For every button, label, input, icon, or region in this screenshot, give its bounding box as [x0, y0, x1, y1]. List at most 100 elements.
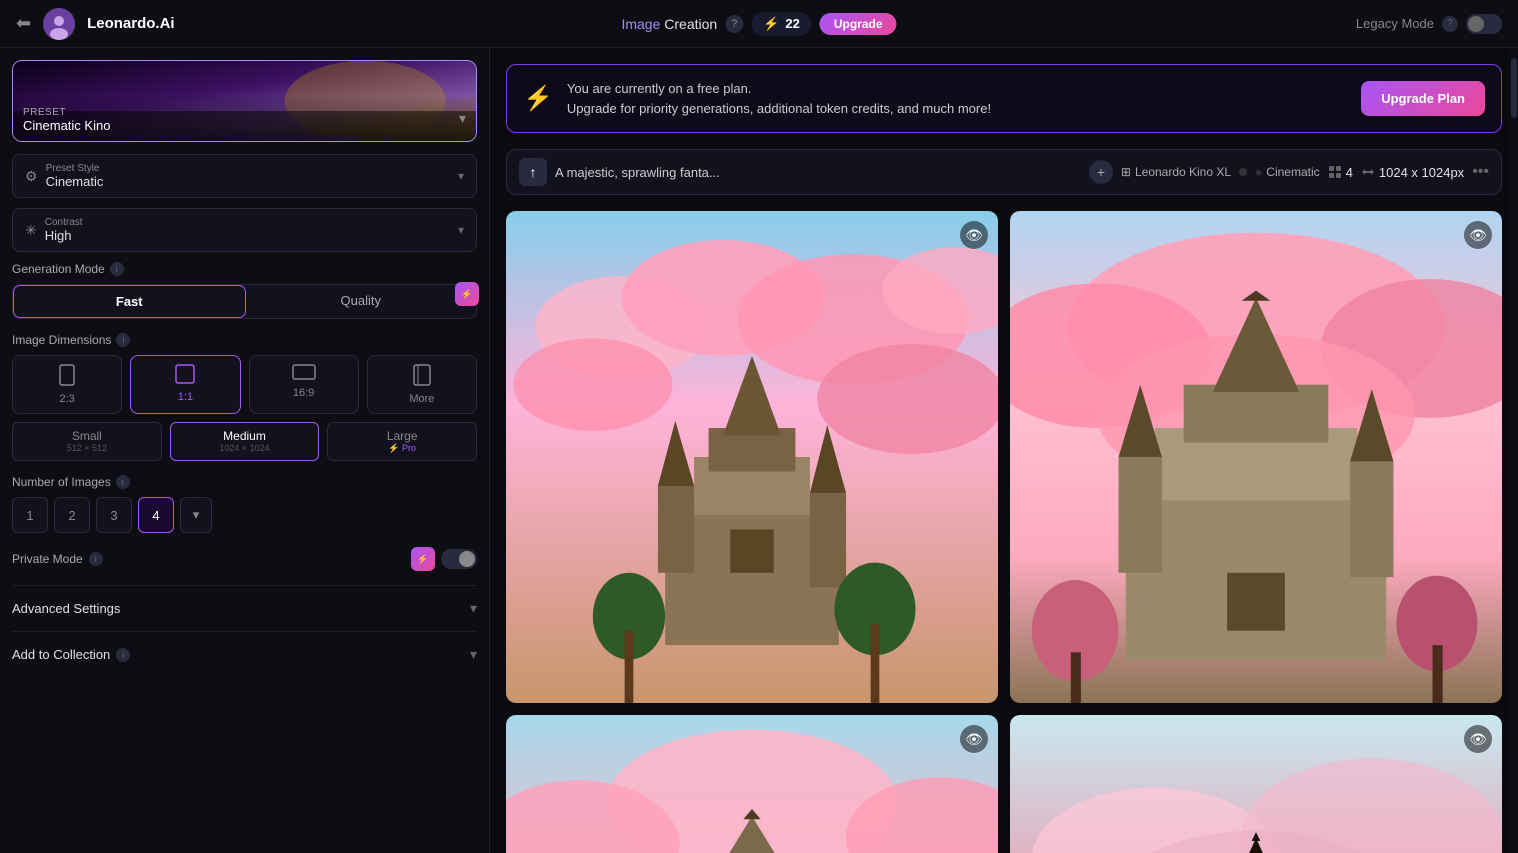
num-dropdown-button[interactable]: ▾ — [180, 497, 212, 533]
medium-label: Medium — [223, 429, 266, 443]
preset-value: Cinematic Kino — [23, 118, 110, 133]
user-avatar[interactable] — [43, 8, 75, 40]
image-card-1[interactable]: 👁 — [506, 211, 998, 703]
small-dims: 512 × 512 — [17, 443, 157, 453]
more-ratios-button[interactable]: More — [367, 355, 477, 414]
preset-label: Preset — [23, 107, 66, 118]
scrollbar-track[interactable] — [1510, 48, 1518, 853]
image-grid: 👁 — [506, 211, 1502, 853]
prompt-model-name: Leonardo Kino XL — [1135, 165, 1231, 179]
prompt-count-group: 4 — [1328, 165, 1353, 180]
prompt-separator-dot — [1239, 168, 1247, 176]
add-to-collection-info-icon[interactable]: i — [116, 648, 130, 662]
prompt-style: ● Cinematic — [1255, 165, 1320, 179]
private-mode-toggle[interactable] — [441, 549, 477, 569]
preset-card[interactable]: Preset Cinematic Kino ▾ — [12, 60, 477, 142]
image-dimensions-section: Image Dimensions i 2:3 1:1 — [12, 333, 477, 461]
preset-style-select[interactable]: ⚙ Preset Style Cinematic ▾ — [12, 154, 477, 198]
generation-mode-buttons: Fast Quality ⚡ — [12, 284, 477, 319]
large-size-button[interactable]: Large ⚡ Pro — [327, 422, 477, 461]
private-mode-badge: ⚡ — [411, 547, 435, 571]
top-navigation: ⬅ Leonardo.Ai Image Creation ? ⚡ 22 Upgr… — [0, 0, 1518, 48]
view-icon-1[interactable]: 👁 — [960, 221, 988, 249]
number-of-images-section: Number of Images i 1 2 3 4 ▾ — [12, 475, 477, 533]
nav-help-icon[interactable]: ? — [725, 15, 743, 33]
medium-size-button[interactable]: Medium 1024 × 1024 — [170, 422, 320, 461]
image-dimensions-label: Image Dimensions i — [12, 333, 477, 347]
prompt-model-icon: ⊞ — [1121, 165, 1131, 179]
back-button[interactable]: ⬅ — [16, 13, 31, 34]
image-card-2[interactable]: 👁 — [1010, 211, 1502, 703]
add-to-collection-chevron-icon: ▾ — [470, 646, 477, 663]
nav-center-group: Image Creation ? ⚡ 22 Upgrade — [621, 12, 896, 36]
private-mode-info-icon[interactable]: i — [89, 552, 103, 566]
scrollbar-thumb[interactable] — [1511, 58, 1517, 118]
upgrade-lightning-icon: ⚡ — [523, 84, 553, 113]
legacy-mode-toggle[interactable] — [1466, 14, 1502, 34]
view-icon-2[interactable]: 👁 — [1464, 221, 1492, 249]
legacy-help-icon[interactable]: ? — [1442, 16, 1458, 32]
num-images-info-icon[interactable]: i — [116, 475, 130, 489]
contrast-select[interactable]: ✳ Contrast High ▾ — [12, 208, 477, 252]
ratio-16-9-button[interactable]: 16:9 — [249, 355, 359, 414]
add-to-collection-section: Add to Collection i ▾ — [12, 631, 477, 677]
fast-mode-button[interactable]: Fast — [13, 285, 246, 318]
generation-mode-info-icon[interactable]: i — [110, 262, 124, 276]
num-2-button[interactable]: 2 — [54, 497, 90, 533]
prompt-row: ↑ A majestic, sprawling fanta... + ⊞ Leo… — [506, 149, 1502, 195]
view-icon-4[interactable]: 👁 — [1464, 725, 1492, 753]
upgrade-plan-button[interactable]: Upgrade Plan — [1361, 81, 1485, 116]
preset-style-value: Cinematic — [46, 174, 104, 189]
more-ratios-icon — [372, 364, 472, 391]
gen-mode-toggle: Fast Quality — [12, 284, 477, 319]
small-size-button[interactable]: Small 512 × 512 — [12, 422, 162, 461]
quality-mode-button[interactable]: Quality — [246, 285, 477, 318]
private-mode-section: Private Mode i ⚡ — [12, 547, 477, 571]
contrast-icon: ✳ — [25, 222, 37, 239]
prompt-style-dot: ● — [1255, 165, 1262, 179]
advanced-settings-header[interactable]: Advanced Settings ▾ — [12, 600, 477, 617]
main-content: ⚡ You are currently on a free plan. Upgr… — [490, 48, 1518, 853]
ratio-1-1-button[interactable]: 1:1 — [130, 355, 240, 414]
prompt-model: ⊞ Leonardo Kino XL — [1121, 165, 1231, 179]
generate-button[interactable]: ↑ — [519, 158, 547, 186]
token-counter: ⚡ 22 — [751, 12, 812, 36]
small-label: Small — [72, 429, 102, 443]
size-buttons: Small 512 × 512 Medium 1024 × 1024 Large… — [12, 422, 477, 461]
upgrade-banner: ⚡ You are currently on a free plan. Upgr… — [506, 64, 1502, 133]
generation-mode-section: Generation Mode i Fast Quality ⚡ — [12, 262, 477, 319]
nav-upgrade-button[interactable]: Upgrade — [820, 13, 897, 35]
preset-style-label: Preset Style — [46, 163, 104, 174]
prompt-count-value: 4 — [1346, 165, 1353, 180]
add-to-collection-header[interactable]: Add to Collection i ▾ — [12, 646, 477, 663]
advanced-settings-section: Advanced Settings ▾ — [12, 585, 477, 631]
advanced-settings-label: Advanced Settings — [12, 601, 120, 616]
image-dimensions-info-icon[interactable]: i — [116, 333, 130, 347]
large-dims: ⚡ Pro — [332, 443, 472, 454]
prompt-more-button[interactable]: ••• — [1472, 163, 1489, 181]
prompt-text[interactable]: A majestic, sprawling fanta... — [555, 165, 1081, 180]
ratio-2-3-button[interactable]: 2:3 — [12, 355, 122, 414]
num-4-button[interactable]: 4 — [138, 497, 174, 533]
castle-image-4 — [1010, 715, 1502, 853]
nav-title: Image Creation — [621, 16, 717, 32]
number-buttons: 1 2 3 4 ▾ — [12, 497, 477, 533]
prompt-count-icon — [1328, 165, 1342, 179]
num-images-label: Number of Images i — [12, 475, 477, 489]
view-icon-3[interactable]: 👁 — [960, 725, 988, 753]
main-layout: Preset Cinematic Kino ▾ ⚙ Preset Style C… — [0, 48, 1518, 853]
contrast-value: High — [45, 228, 72, 243]
private-mode-controls: ⚡ — [411, 547, 477, 571]
preset-thumbnail: Preset Cinematic Kino ▾ — [13, 61, 476, 141]
castle-image-3 — [506, 715, 998, 853]
legacy-mode-label: Legacy Mode — [1356, 16, 1434, 31]
image-card-3[interactable]: 👁 — [506, 715, 998, 853]
legacy-mode-group: Legacy Mode ? — [1356, 14, 1502, 34]
num-3-button[interactable]: 3 — [96, 497, 132, 533]
image-card-4[interactable]: 👁 — [1010, 715, 1502, 853]
add-prompt-button[interactable]: + — [1089, 160, 1113, 184]
num-1-button[interactable]: 1 — [12, 497, 48, 533]
advanced-settings-chevron-icon: ▾ — [470, 600, 477, 617]
token-icon: ⚡ — [763, 16, 779, 32]
prompt-size-icon — [1361, 165, 1375, 179]
